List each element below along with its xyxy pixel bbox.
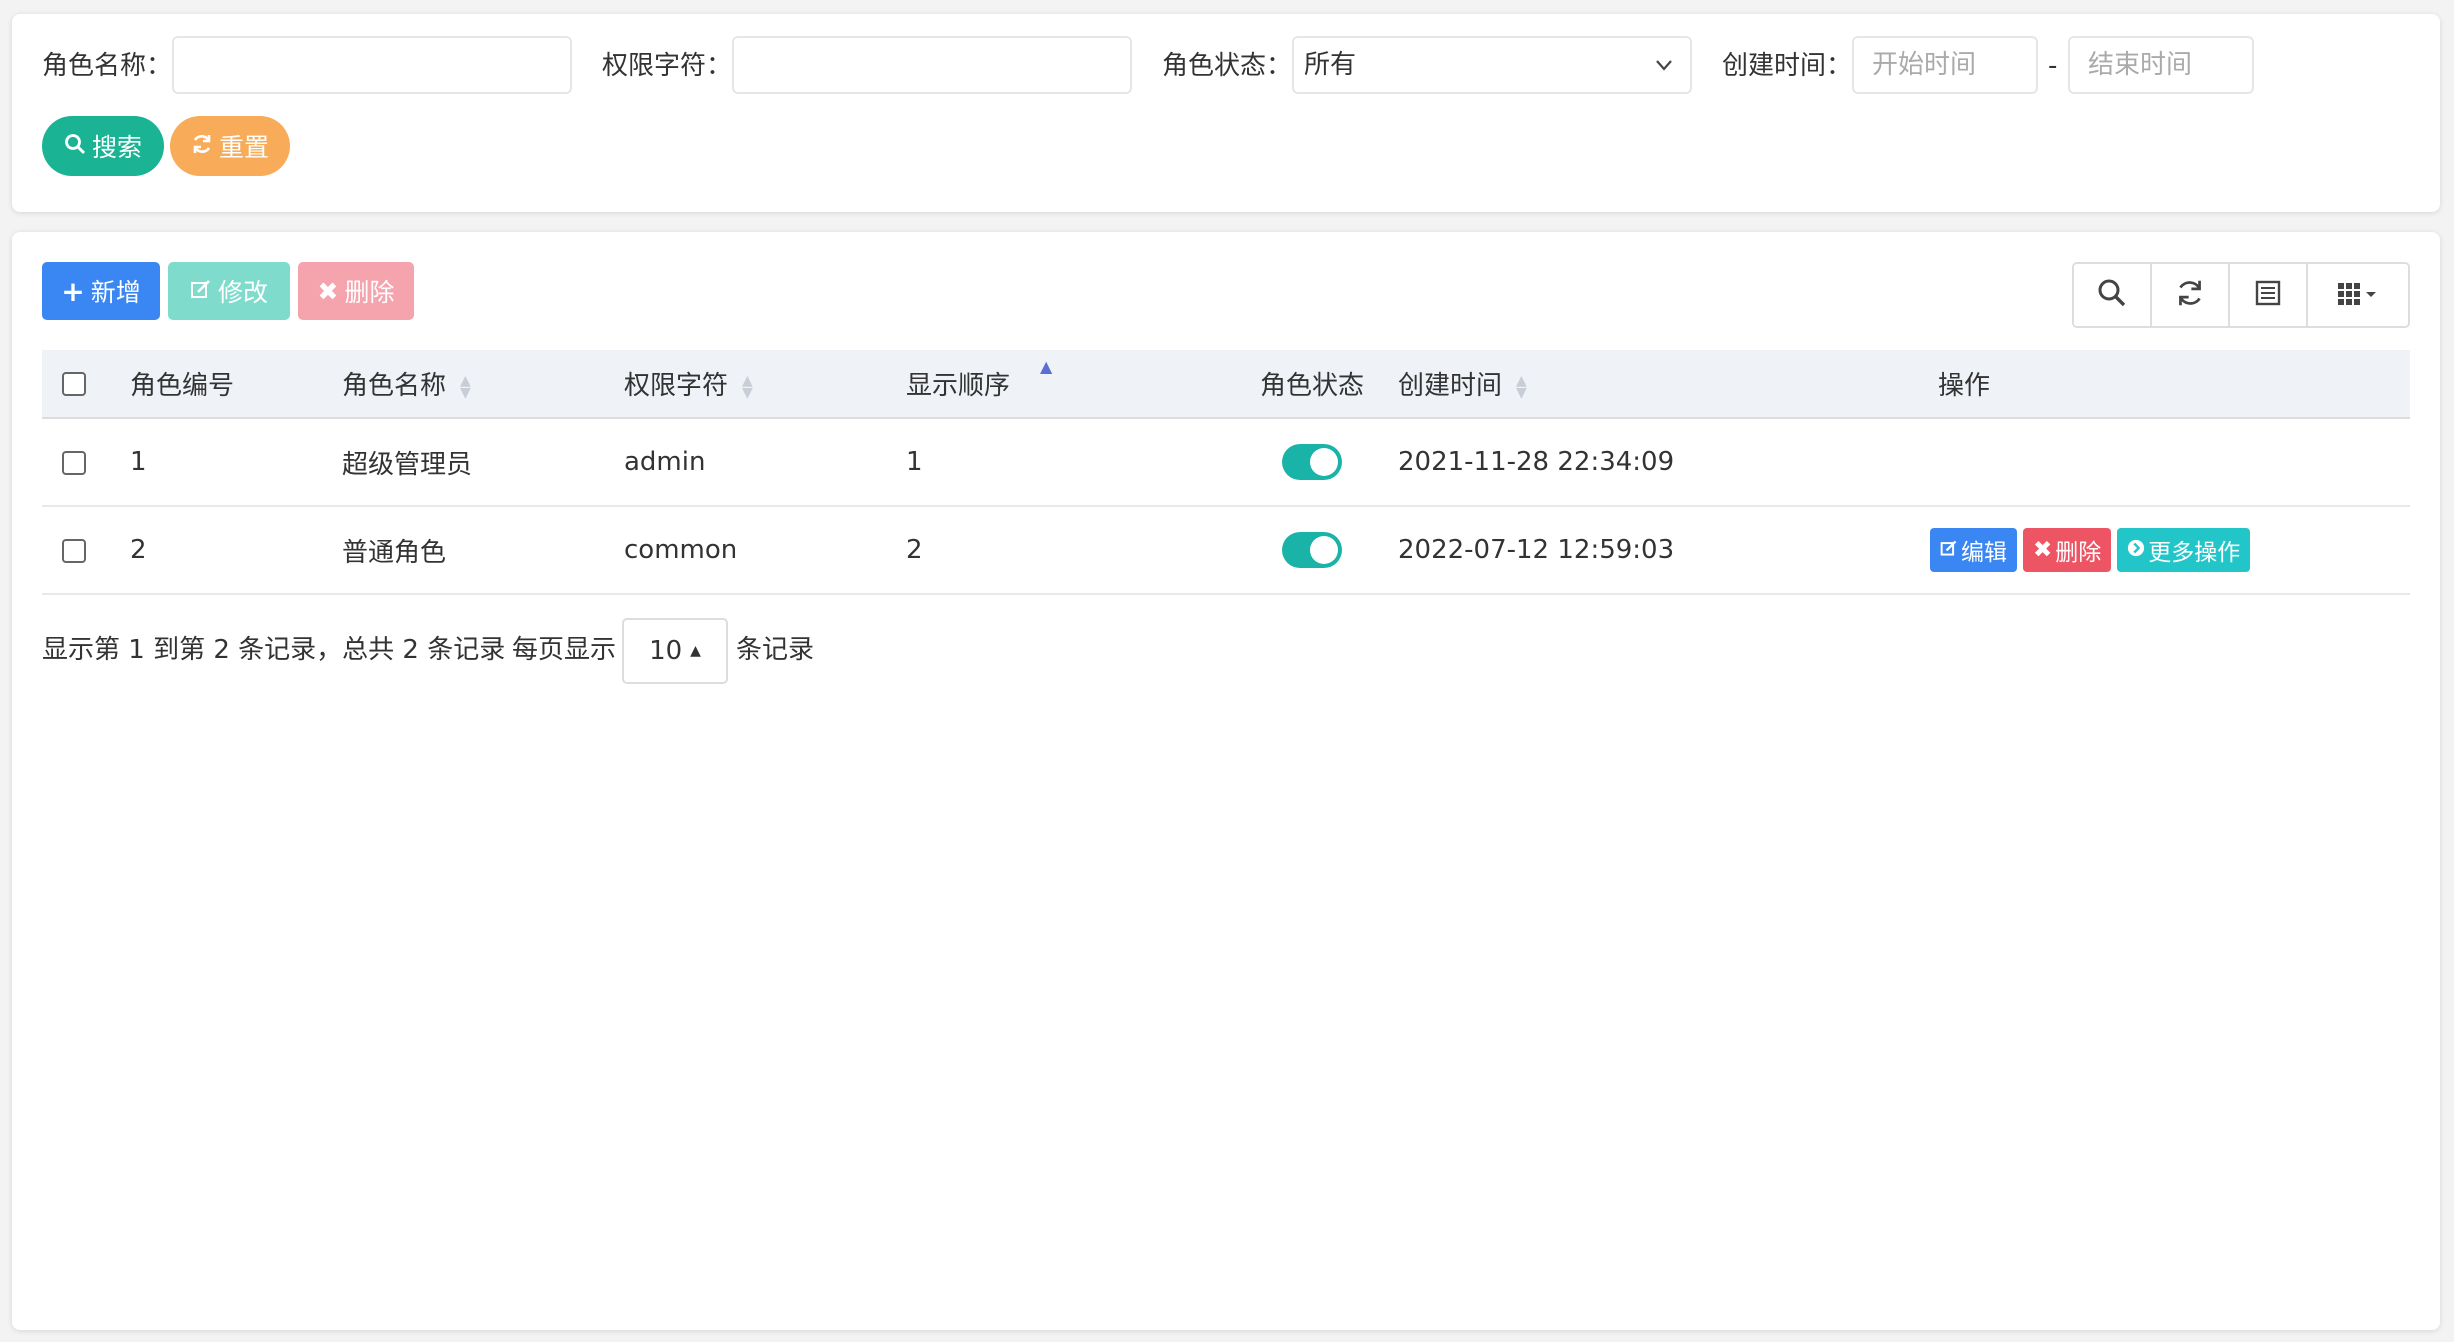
- status-label: 角色状态：: [1162, 51, 1293, 81]
- role-name-label: 角色名称：: [42, 51, 173, 81]
- search-panel: 角色名称： 权限字符： 角色状态： 所有 创建时间： - 搜索 重置: [12, 14, 2440, 212]
- role-key-cell: admin: [624, 418, 906, 507]
- role-name-cell: 普通角色: [342, 506, 624, 595]
- edit-button-label: 修改: [217, 278, 268, 307]
- role-id-cell: 2: [130, 506, 342, 595]
- refresh-icon: [191, 132, 213, 161]
- table-header: 角色编号 角色名称 ▲ ▼ 权限字符 ▲ ▼ 显示顺序 ▲ 角色状态 创建时间 ▲ ▼ 操作: [42, 350, 2410, 419]
- table-panel: + 新增 修改 ✖ 删除 角色编号 角色名称 ▲ ▼ 权限字符 ▲ ▼ 显示顺序…: [12, 232, 2440, 1330]
- display-order-cell: 2: [906, 506, 1226, 595]
- table-tools: [2072, 262, 2410, 328]
- column-label: 创建时间: [1398, 371, 1503, 401]
- column-role-status: 角色状态: [1226, 350, 1398, 419]
- delete-button-label: 删除: [344, 278, 395, 307]
- column-created-time[interactable]: 创建时间 ▲ ▼: [1398, 350, 1938, 419]
- grid-icon: [2336, 279, 2380, 311]
- reset-button-label: 重置: [218, 133, 269, 162]
- search-button-label: 搜索: [91, 133, 142, 162]
- delete-button[interactable]: ✖ 删除: [298, 262, 414, 320]
- created-time-label: 创建时间：: [1722, 51, 1853, 81]
- row-checkbox[interactable]: [62, 538, 86, 563]
- status-toggle[interactable]: [1282, 532, 1342, 568]
- add-button[interactable]: + 新增: [42, 262, 160, 320]
- chevron-down-icon: [1654, 38, 1674, 113]
- row-more-button[interactable]: 更多操作: [2117, 528, 2251, 572]
- row-delete-button[interactable]: ✖ 删除: [2023, 528, 2112, 572]
- columns-button[interactable]: [2308, 264, 2408, 326]
- status-select-value: 所有: [1304, 50, 1357, 80]
- range-separator: -: [2048, 51, 2058, 81]
- search-icon: [2097, 278, 2127, 312]
- search-button[interactable]: 搜索: [42, 116, 164, 176]
- row-select-cell: [42, 506, 130, 595]
- role-id-cell: 1: [130, 418, 342, 507]
- created-time-cell: 2021-11-28 22:34:09: [1398, 418, 1938, 507]
- edit-icon: [190, 277, 212, 306]
- card-view-button[interactable]: [2230, 264, 2308, 326]
- role-name-cell: 超级管理员: [342, 418, 624, 507]
- per-page-suffix: 条记录: [736, 635, 815, 665]
- column-label: 操作: [1938, 371, 1991, 401]
- close-icon: ✖: [317, 276, 339, 306]
- reset-button[interactable]: 重置: [170, 116, 290, 176]
- column-role-key[interactable]: 权限字符 ▲ ▼: [624, 350, 906, 419]
- column-role-name[interactable]: 角色名称 ▲ ▼: [342, 350, 624, 419]
- page-size-value: 10: [649, 636, 683, 666]
- column-label: 权限字符: [624, 371, 729, 401]
- status-cell: [1226, 506, 1398, 595]
- table-row: 1 超级管理员 admin 1 2021-11-28 22:34:09: [42, 418, 2410, 507]
- close-icon: ✖: [2033, 537, 2053, 563]
- table-row: 2 普通角色 common 2 2022-07-12 12:59:03 编辑 ✖ 删…: [42, 506, 2410, 595]
- permission-label: 权限字符：: [602, 51, 733, 81]
- start-time-input[interactable]: [1852, 36, 2038, 94]
- header-select-all[interactable]: [42, 350, 130, 419]
- column-role-id: 角色编号: [130, 350, 342, 419]
- sort-ascending-icon: ▲: [1040, 357, 1053, 376]
- column-label: 角色编号: [130, 371, 235, 401]
- column-label: 角色名称: [342, 371, 447, 401]
- caret-up-icon: ▲: [690, 643, 701, 659]
- edit-icon: [1940, 537, 1958, 563]
- status-toggle[interactable]: [1282, 444, 1342, 480]
- row-select-cell: [42, 418, 130, 507]
- permission-input[interactable]: [732, 36, 1132, 94]
- chevron-circle-right-icon: [2127, 537, 2145, 563]
- per-page-prefix: 每页显示: [512, 635, 617, 665]
- role-key-cell: common: [624, 506, 906, 595]
- row-delete-label: 删除: [2055, 540, 2102, 566]
- status-cell: [1226, 418, 1398, 507]
- row-checkbox[interactable]: [62, 450, 86, 475]
- select-all-checkbox[interactable]: [62, 372, 86, 396]
- list-icon: [2254, 279, 2282, 311]
- search-icon: [64, 132, 86, 161]
- actions-cell: 编辑 ✖ 删除 更多操作: [1930, 506, 2410, 595]
- column-display-order[interactable]: 显示顺序 ▲: [906, 350, 1226, 419]
- sort-icon: ▲ ▼: [460, 372, 471, 401]
- row-edit-label: 编辑: [1961, 540, 2007, 566]
- pagination-summary: 显示第 1 到第 2 条记录，总共 2 条记录: [42, 635, 506, 665]
- column-label: 显示顺序: [906, 371, 1011, 401]
- refresh-button[interactable]: [2152, 264, 2230, 326]
- sort-icon: ▲ ▼: [742, 372, 753, 401]
- roles-table: 角色编号 角色名称 ▲ ▼ 权限字符 ▲ ▼ 显示顺序▲ 角色状态 创建时间 ▲ ▼ 操作 …: [42, 350, 2410, 595]
- created-time-cell: 2022-07-12 12:59:03: [1398, 506, 1938, 595]
- end-time-input[interactable]: [2068, 36, 2254, 94]
- row-more-label: 更多操作: [2148, 540, 2241, 566]
- row-edit-button[interactable]: 编辑: [1930, 528, 2017, 572]
- plus-icon: +: [61, 274, 85, 308]
- column-actions: 操作: [1938, 350, 2410, 419]
- role-name-input[interactable]: [172, 36, 572, 94]
- column-label: 角色状态: [1259, 371, 1364, 401]
- status-select[interactable]: 所有: [1292, 36, 1692, 94]
- edit-button[interactable]: 修改: [168, 262, 290, 320]
- toggle-search-button[interactable]: [2074, 264, 2152, 326]
- refresh-icon: [2175, 278, 2205, 312]
- sort-icon: ▲ ▼: [1516, 372, 1527, 401]
- actions-cell: [1938, 418, 2410, 507]
- page-size-dropdown[interactable]: 10 ▲: [622, 618, 728, 684]
- display-order-cell: 1: [906, 418, 1226, 507]
- add-button-label: 新增: [90, 278, 141, 307]
